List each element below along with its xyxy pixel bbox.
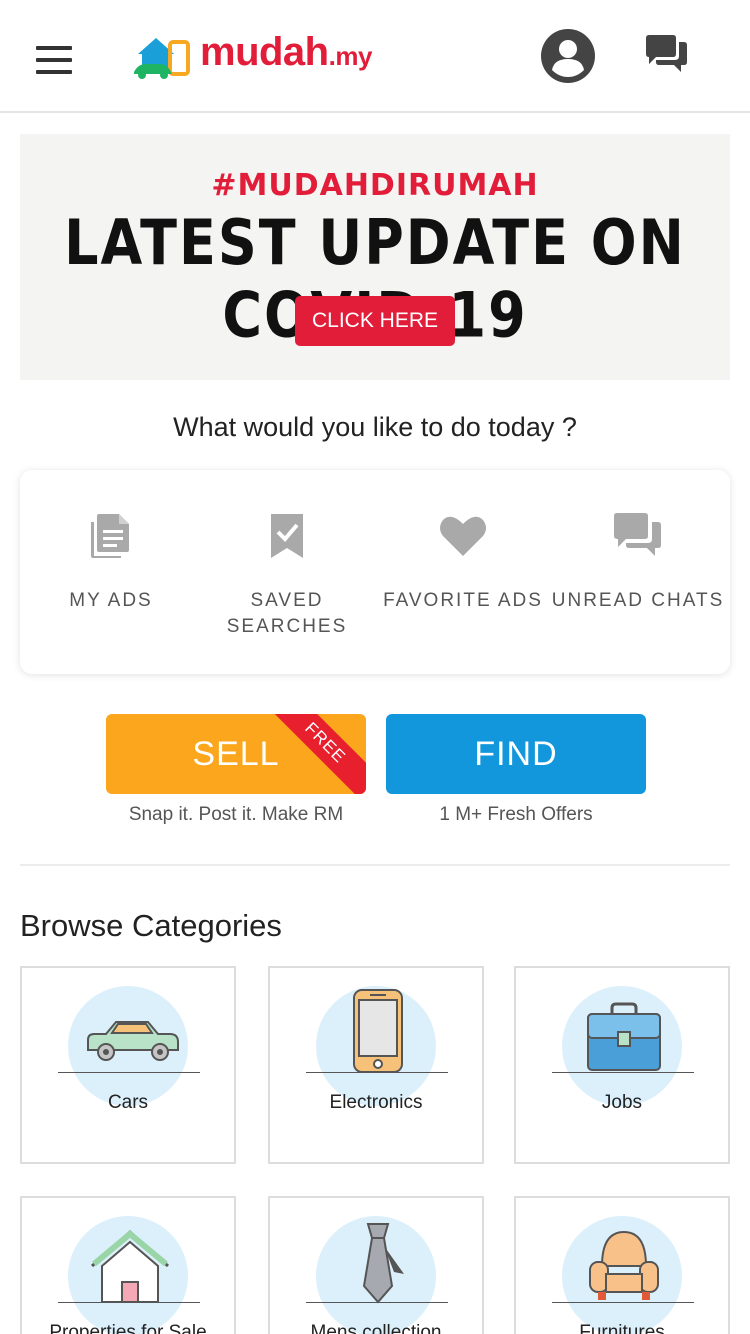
category-label: Jobs — [601, 1092, 643, 1113]
category-label: Cars — [107, 1092, 149, 1113]
category-jobs[interactable]: Jobs — [514, 966, 730, 1164]
quick-action-label: FAVORITE ADS — [383, 590, 543, 611]
menu-icon[interactable] — [36, 46, 72, 74]
bookmark-check-icon — [271, 514, 303, 558]
app-header: mudah.my — [0, 0, 750, 113]
category-cars[interactable]: Cars — [20, 966, 236, 1164]
category-label: Mens collection — [310, 1322, 442, 1334]
logo-wordmark: mudah.my — [200, 30, 372, 74]
saved-searches-button[interactable]: SAVED SEARCHES — [199, 510, 375, 640]
mudah-logo[interactable]: mudah.my — [132, 30, 372, 80]
category-electronics[interactable]: Electronics — [268, 966, 484, 1164]
quick-action-label: UNREAD CHATS — [551, 590, 725, 611]
find-subtitle: 1 M+ Fresh Offers — [439, 804, 593, 825]
category-baseline — [58, 1072, 200, 1073]
favorite-ads-button[interactable]: FAVORITE ADS — [375, 510, 551, 614]
category-baseline — [552, 1302, 694, 1303]
category-label: Furnitures — [579, 1322, 665, 1334]
category-baseline — [58, 1302, 200, 1303]
category-baseline — [552, 1072, 694, 1073]
car-icon — [87, 1021, 179, 1061]
category-properties-for-sale[interactable]: Properties for Sale — [20, 1196, 236, 1334]
smartphone-icon — [353, 989, 403, 1073]
category-mens-collection[interactable]: Mens collection — [268, 1196, 484, 1334]
prompt-question: What would you like to do today ? — [173, 412, 577, 442]
category-baseline — [306, 1302, 448, 1303]
armchair-icon — [589, 1230, 659, 1300]
document-icon — [91, 514, 129, 558]
quick-action-label: SAVED SEARCHES — [226, 590, 348, 637]
sell-button[interactable]: SELL FREE — [106, 714, 366, 794]
my-ads-button[interactable]: MY ADS — [23, 510, 199, 614]
house-icon — [90, 1229, 170, 1303]
find-button[interactable]: FIND — [386, 714, 646, 794]
necktie-icon — [362, 1223, 404, 1304]
sell-subtitle: Snap it. Post it. Make RM — [128, 804, 344, 825]
logo-mark-icon — [134, 38, 190, 79]
category-label: Properties for Sale — [49, 1322, 207, 1334]
browse-categories-title: Browse Categories — [20, 908, 282, 943]
category-baseline — [306, 1072, 448, 1073]
covid-update-banner[interactable]: #MUDAHDIRUMAH LATEST UPDATE ON COVID-19 … — [20, 134, 730, 380]
chat-icon[interactable] — [644, 34, 688, 76]
category-furnitures[interactable]: Furnitures — [514, 1196, 730, 1334]
unread-chats-button[interactable]: UNREAD CHATS — [550, 510, 726, 614]
chat-bubbles-icon — [614, 513, 661, 556]
quick-action-label: MY ADS — [69, 590, 153, 611]
click-here-button[interactable]: CLICK HERE — [295, 296, 455, 346]
quick-actions-card: MY ADS SAVED SEARCHES FAVORITE ADS UNREA… — [20, 470, 730, 674]
heart-icon — [440, 516, 486, 556]
category-label: Electronics — [329, 1092, 423, 1113]
account-icon[interactable] — [540, 28, 596, 84]
briefcase-icon — [587, 1002, 661, 1071]
banner-hashtag: #MUDAHDIRUMAH — [211, 168, 539, 203]
section-divider — [20, 864, 730, 866]
